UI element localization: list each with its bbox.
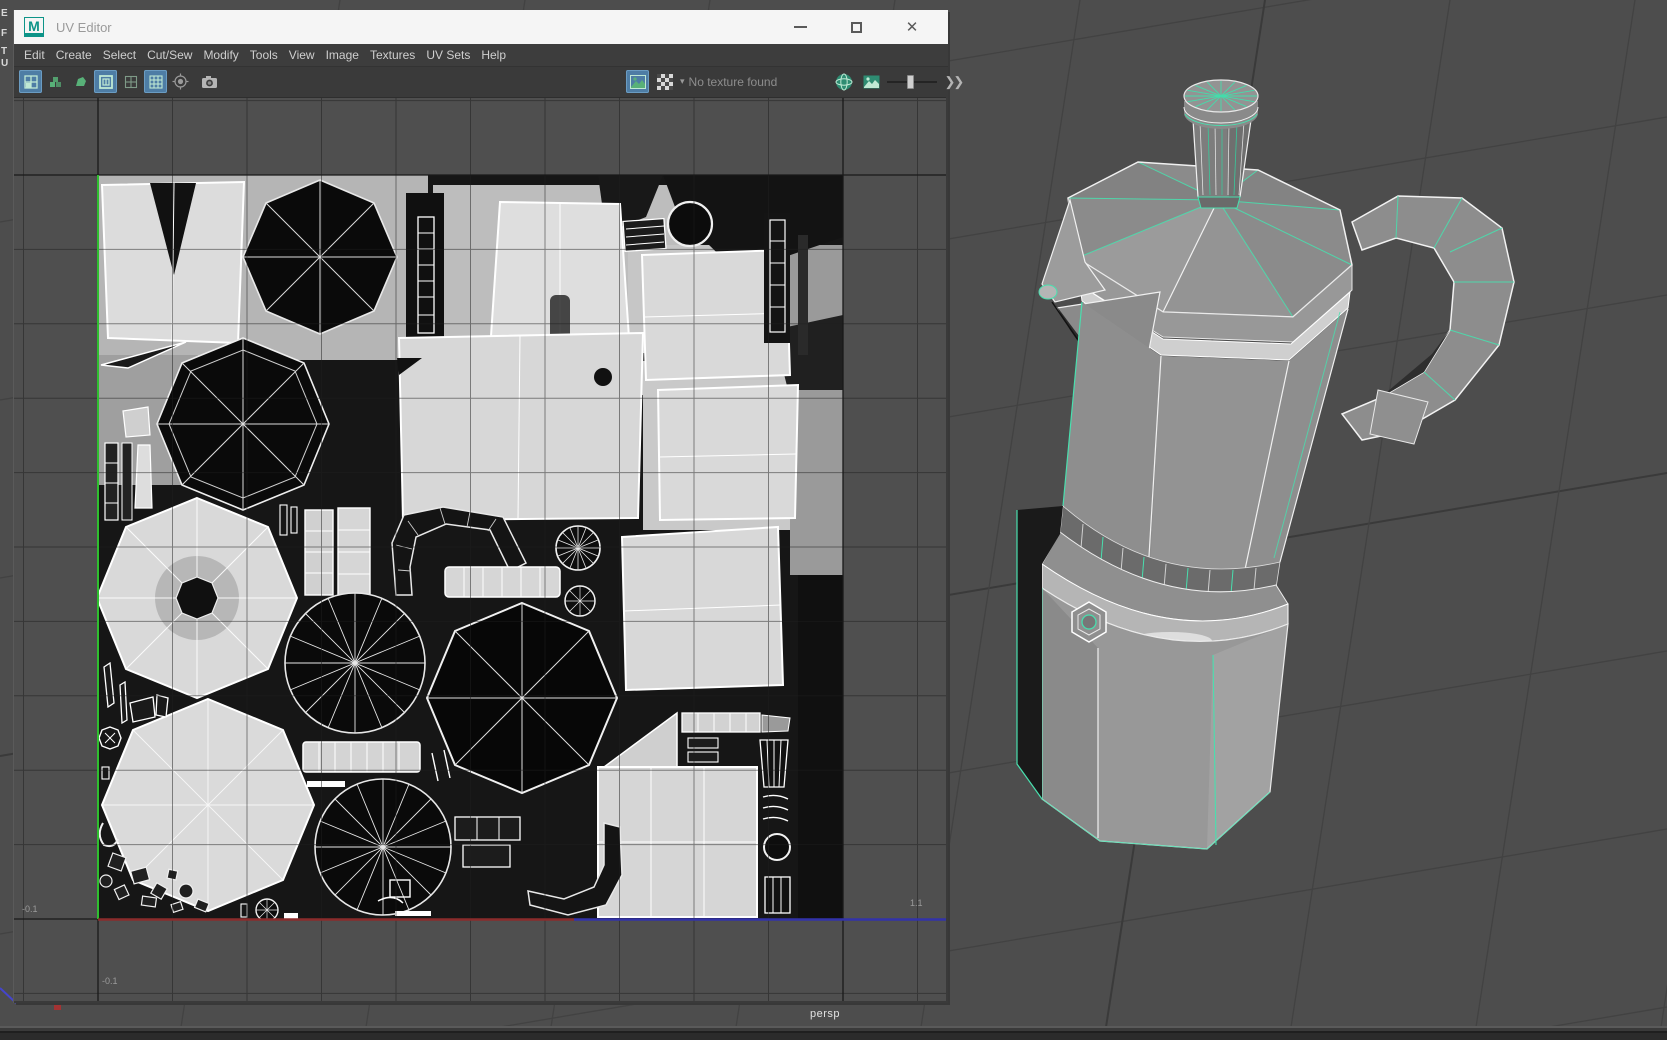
menu-select[interactable]: Select [103, 48, 136, 62]
pivot-dial-button[interactable] [169, 70, 192, 93]
iso-sphere-icon [835, 73, 853, 90]
tile-view-icon [49, 76, 61, 87]
maya-logo-icon: M [24, 17, 44, 37]
menu-help[interactable]: Help [481, 48, 506, 62]
spout-tip [1038, 284, 1058, 300]
grid-plain-icon [124, 75, 137, 88]
menubar: Edit Create Select Cut/Sew Modify Tools … [14, 44, 948, 67]
slider-handle[interactable] [906, 75, 914, 89]
uv-editor-layout-button[interactable] [19, 70, 42, 93]
maximize-button[interactable] [828, 10, 884, 44]
menu-textures[interactable]: Textures [370, 48, 415, 62]
uv-coord-label-u-pos: 1.1 [910, 898, 923, 908]
window-title: UV Editor [56, 19, 112, 35]
display-image-button[interactable] [626, 70, 649, 93]
uv-coord-label-u-neg: -0.1 [22, 904, 38, 914]
close-button[interactable]: ✕ [884, 10, 940, 44]
timeline-strip [0, 1026, 1667, 1040]
uv-coord-label-v-neg: -0.1 [102, 976, 118, 986]
minimize-button[interactable] [772, 10, 828, 44]
menu-create[interactable]: Create [56, 48, 92, 62]
texture-status: No texture found [688, 74, 778, 89]
knob-neck [1197, 196, 1241, 209]
grid-border-button[interactable] [94, 70, 117, 93]
close-icon: ✕ [905, 18, 919, 36]
uv-snapshot-button[interactable] [198, 70, 221, 93]
grid-plain-button[interactable] [119, 70, 142, 93]
menu-tools[interactable]: Tools [250, 48, 278, 62]
pixel-grid-icon [148, 74, 163, 89]
image-range-icon [863, 75, 880, 88]
maximize-icon [850, 21, 862, 33]
camera-icon [202, 75, 217, 88]
maya-screen: persp E F T U M UV Editor ✕ Edit Create … [0, 0, 1667, 1040]
uv-layout-icon [23, 74, 38, 89]
pivot-dial-icon [172, 73, 189, 90]
exposure-slider[interactable] [886, 70, 937, 93]
pixel-grid-button[interactable] [144, 70, 167, 93]
menu-uv-sets[interactable]: UV Sets [426, 48, 470, 62]
checker-icon [656, 73, 673, 90]
edge-letter-f: F [1, 28, 8, 39]
minimize-icon [793, 26, 807, 28]
uv-shell-view-button[interactable] [69, 70, 92, 93]
expand-panels-icon[interactable]: ❯❯ [945, 74, 965, 90]
knob-cap-spokes [1185, 81, 1257, 111]
iso-sphere-button[interactable] [833, 70, 856, 93]
world-axis-red [54, 1004, 61, 1010]
texture-dropdown-arrow[interactable]: ▾ [680, 76, 685, 87]
menu-edit[interactable]: Edit [24, 48, 45, 62]
tile-view-button[interactable] [44, 70, 67, 93]
camera-label: persp [809, 1008, 841, 1020]
toolbar: ▾ No texture found ❯❯ [14, 67, 964, 97]
checker-map-button[interactable] [653, 70, 676, 93]
menu-cut-sew[interactable]: Cut/Sew [147, 48, 192, 62]
uv-editor-window: M UV Editor ✕ Edit Create Select Cut/Sew… [14, 10, 964, 1003]
edge-letter-t: T [1, 46, 8, 57]
display-image-icon [629, 74, 646, 89]
menu-image[interactable]: Image [326, 48, 359, 62]
image-range-button[interactable] [860, 70, 883, 93]
menu-modify[interactable]: Modify [203, 48, 238, 62]
grid-border-icon [98, 74, 113, 89]
titlebar[interactable]: M UV Editor ✕ [14, 10, 948, 44]
uv-shell-icon [75, 76, 86, 86]
edge-letter-u: U [1, 58, 9, 69]
uv-canvas[interactable]: -0.1 -0.1 1.1 [14, 97, 946, 1001]
edge-letter-e: E [1, 8, 8, 19]
menu-view[interactable]: View [289, 48, 315, 62]
